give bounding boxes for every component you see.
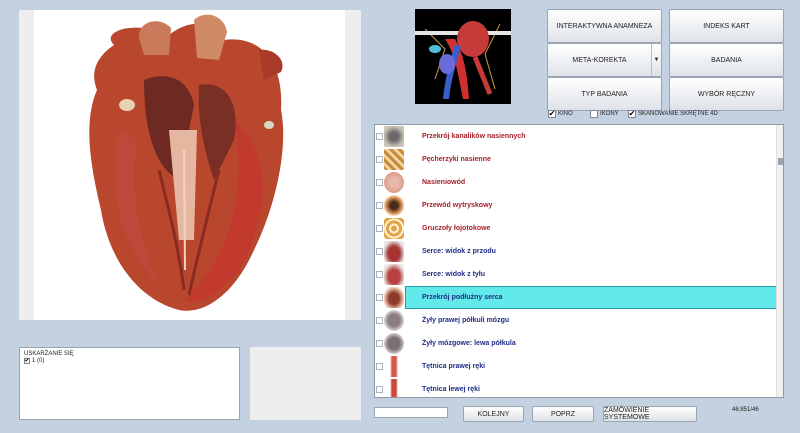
scrollbar-thumb[interactable]: [778, 158, 783, 165]
image-right-gutter: [345, 10, 361, 320]
right-arm-artery-icon: [384, 356, 404, 377]
organ-list[interactable]: Przekrój kanalików nasiennych Pęcherzyki …: [374, 124, 784, 398]
list-item-checkbox[interactable]: [376, 340, 383, 347]
tubules-section-icon: [384, 126, 404, 147]
list-item[interactable]: Żyły prawej półkuli mózgu: [375, 309, 778, 332]
heart-back-icon: [384, 264, 404, 285]
anatomy-thumbnail-graphic: [415, 9, 511, 104]
list-item-label: Nasieniowód: [422, 179, 466, 186]
system-order-label: ZAMÓWIENIE SYSTEMOWE: [604, 407, 650, 421]
heart-front-icon: [384, 241, 404, 262]
seminal-vesicles-icon: [384, 149, 404, 170]
list-item[interactable]: Żyły mózgowe: lewa półkula: [375, 332, 778, 355]
system-order-button[interactable]: ZAMÓWIENIE SYSTEMOWE: [603, 406, 697, 422]
list-item-checkbox[interactable]: [376, 179, 383, 186]
list-item-label: Pęcherzyki nasienne: [422, 156, 491, 163]
list-item-label: Żyły mózgowe: lewa półkula: [422, 340, 516, 347]
list-item[interactable]: Przekrój kanalików nasiennych: [375, 125, 778, 148]
list-item-checkbox[interactable]: [376, 271, 383, 278]
skanowanie-label: SKANOWANIE SKRĘTNE 4D: [638, 111, 718, 117]
list-item-checkbox[interactable]: [376, 248, 383, 255]
card-index-label: INDEKS KART: [703, 22, 750, 30]
interactive-anamnesis-button[interactable]: INTERAKTYWNA ANAMNEZA: [547, 9, 662, 43]
list-item-label: Tętnica prawej ręki: [422, 363, 486, 370]
complaints-panel: USKARŻANIE SIĘ ✔ 1 (0): [19, 347, 240, 420]
list-item-checkbox[interactable]: [376, 317, 383, 324]
heart-section-image: [19, 10, 361, 320]
ikony-checkbox[interactable]: [590, 110, 598, 118]
list-item[interactable]: Serce: widok z tyłu: [375, 263, 778, 286]
list-item-label: Serce: widok z tyłu: [422, 271, 486, 278]
image-left-gutter: [19, 10, 34, 320]
chevron-down-icon[interactable]: ▼: [651, 44, 661, 76]
list-item[interactable]: Przewód wytryskowy: [375, 194, 778, 217]
next-button[interactable]: KOLEJNY: [463, 406, 524, 422]
studies-button[interactable]: BADANIA: [669, 43, 784, 77]
kino-checkbox[interactable]: ✔: [548, 110, 556, 118]
complaint-checkbox[interactable]: ✔: [24, 358, 30, 364]
list-item[interactable]: Serce: widok z przodu: [375, 240, 778, 263]
view-options: ✔ KINO IKONY ✔ SKANOWANIE SKRĘTNE 4D: [548, 110, 788, 122]
list-item[interactable]: Tętnica prawej ręki: [375, 355, 778, 378]
meta-correction-label: META-KOREKTA: [572, 56, 627, 64]
prev-label: POPRZ: [550, 410, 576, 418]
vas-deferens-icon: [384, 172, 404, 193]
heart-section-icon: [384, 287, 404, 308]
studies-label: BADANIA: [711, 56, 742, 64]
list-item-checkbox[interactable]: [376, 363, 383, 370]
manual-selection-label: WYBÓR RĘCZNY: [697, 90, 756, 98]
prev-button[interactable]: POPRZ: [532, 406, 594, 422]
ikony-option[interactable]: IKONY: [590, 110, 619, 118]
next-label: KOLEJNY: [477, 410, 510, 418]
list-item-checkbox[interactable]: [376, 202, 383, 209]
list-item-label: Gruczoły łojotokowe: [422, 225, 491, 232]
list-item[interactable]: Gruczoły łojotokowe: [375, 217, 778, 240]
card-index-button[interactable]: INDEKS KART: [669, 9, 784, 43]
heart-illustration: [89, 14, 284, 311]
record-counter: 46:851/46: [732, 407, 759, 413]
complaint-entry[interactable]: ✔ 1 (0): [24, 358, 235, 364]
kino-option[interactable]: ✔ KINO: [548, 110, 573, 118]
ikony-label: IKONY: [600, 111, 619, 117]
list-item-checkbox[interactable]: [376, 294, 383, 301]
manual-selection-button[interactable]: WYBÓR RĘCZNY: [669, 77, 784, 111]
list-item-label: Serce: widok z przodu: [422, 248, 496, 255]
sebaceous-glands-icon: [384, 218, 404, 239]
skanowanie-option[interactable]: ✔ SKANOWANIE SKRĘTNE 4D: [628, 110, 718, 118]
list-item-checkbox[interactable]: [376, 225, 383, 232]
search-field[interactable]: [374, 407, 448, 418]
list-item-label: Przekrój kanalików nasiennych: [422, 133, 526, 140]
study-type-label: TYP BADANIA: [581, 90, 628, 98]
complaint-entry-label: 1 (0): [32, 358, 45, 364]
meta-correction-dropdown[interactable]: META-KOREKTA ▼: [547, 43, 662, 77]
list-scrollbar[interactable]: [776, 125, 783, 397]
list-item-label: Przekrój podłużny serca: [422, 294, 503, 301]
list-item-label: Przewód wytryskowy: [422, 202, 493, 209]
list-item-checkbox[interactable]: [376, 133, 383, 140]
list-item[interactable]: Tętnica lewej ręki: [375, 378, 778, 397]
list-item-label: Tętnica lewej ręki: [422, 386, 480, 393]
list-item[interactable]: Przekrój podłużny serca: [375, 286, 778, 309]
list-item[interactable]: Nasieniowód: [375, 171, 778, 194]
preview-panel: [250, 347, 361, 420]
study-type-button[interactable]: TYP BADANIA: [547, 77, 662, 111]
kino-label: KINO: [558, 111, 573, 117]
left-arm-artery-icon: [384, 379, 404, 397]
anatomy-thumbnail[interactable]: [415, 9, 511, 104]
list-item-checkbox[interactable]: [376, 386, 383, 393]
brain-right-icon: [384, 310, 404, 331]
list-item[interactable]: Pęcherzyki nasienne: [375, 148, 778, 171]
brain-left-icon: [384, 333, 404, 354]
skanowanie-checkbox[interactable]: ✔: [628, 110, 636, 118]
ejaculatory-duct-icon: [384, 195, 404, 216]
list-item-label: Żyły prawej półkuli mózgu: [422, 317, 510, 324]
list-item-checkbox[interactable]: [376, 156, 383, 163]
interactive-anamnesis-label: INTERAKTYWNA ANAMNEZA: [556, 22, 653, 30]
complaints-title: USKARŻANIE SIĘ: [24, 351, 74, 357]
